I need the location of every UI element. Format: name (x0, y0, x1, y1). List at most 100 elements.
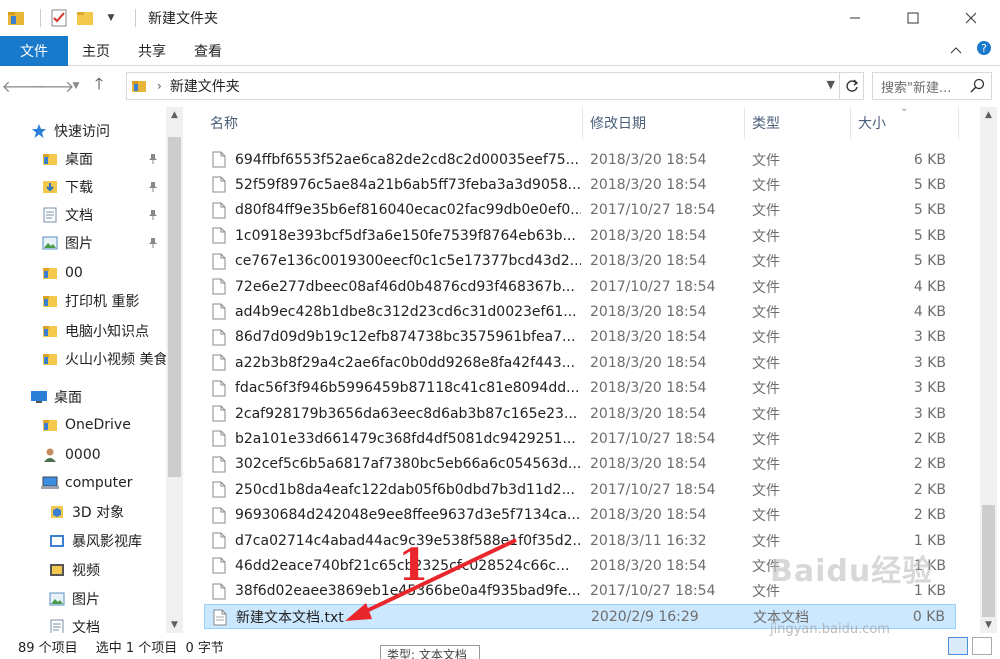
video-library-icon (48, 533, 66, 549)
nav-item[interactable]: 暴风影视库 (48, 527, 142, 555)
nav-item[interactable]: 文档 (48, 613, 100, 633)
file-name: 52f59f8976c5ae84a21b6ab5ff73feba3a3d9058… (235, 176, 581, 193)
nav-item[interactable]: 桌面 (30, 383, 82, 411)
details-view-button[interactable] (948, 637, 968, 655)
scrollbar-thumb[interactable] (168, 137, 181, 477)
nav-item[interactable]: 快速访问 (30, 117, 110, 145)
computer-icon (41, 475, 59, 491)
file-row[interactable]: ce767e136c0019300eecf0c1c5e17377bcd43d2.… (204, 249, 956, 274)
scroll-down-icon[interactable]: ▼ (166, 617, 183, 633)
breadcrumb-separator-icon[interactable]: › (157, 79, 162, 93)
large-icons-view-button[interactable] (972, 637, 992, 655)
file-icon (212, 430, 226, 451)
tab-view[interactable]: 查看 (180, 36, 236, 66)
nav-item-label: 快速访问 (54, 124, 110, 140)
nav-item-label: 3D 对象 (72, 505, 125, 521)
pin-icon (148, 145, 162, 173)
expand-ribbon-icon[interactable] (950, 43, 962, 58)
column-divider[interactable] (850, 107, 851, 139)
column-divider[interactable] (958, 107, 959, 139)
file-row[interactable]: 96930684d242048e9ee8ffee9637d3e5f7134ca.… (204, 503, 956, 528)
scrollbar-thumb[interactable] (982, 505, 995, 617)
nav-item[interactable]: 图片 (41, 229, 93, 257)
file-row[interactable]: 52f59f8976c5ae84a21b6ab5ff73feba3a3d9058… (204, 172, 956, 197)
file-name: 新建文本文档.txt (236, 609, 344, 626)
file-icon (212, 405, 226, 426)
file-row[interactable]: 72e6e277dbeec08af46d0b4876cd93f468367b..… (204, 274, 956, 299)
search-input[interactable]: 搜索"新建... (872, 72, 992, 100)
nav-item-label: 文档 (72, 620, 100, 633)
refresh-button[interactable] (839, 73, 863, 99)
nav-item[interactable]: 图片 (48, 585, 100, 613)
address-history-dropdown-icon[interactable]: ▼ (827, 78, 835, 91)
scroll-down-icon[interactable]: ▼ (980, 617, 997, 633)
file-size: 2 KB (913, 456, 946, 473)
file-type: 文件 (752, 254, 780, 271)
file-row[interactable]: d80f84ff9e35b6ef816040ecac02fac99db0e0ef… (204, 198, 956, 223)
nav-item[interactable]: computer (41, 469, 133, 497)
file-row[interactable]: 2caf928179b3656da63eec8d6ab3b87c165e23..… (204, 401, 956, 426)
properties-icon[interactable] (49, 8, 69, 28)
scroll-up-icon[interactable]: ▲ (980, 107, 997, 123)
minimize-button[interactable] (826, 0, 884, 36)
file-row[interactable]: fdac56f3f946b5996459b87118c41c81e8094dd.… (204, 376, 956, 401)
close-button[interactable] (942, 0, 1000, 36)
file-name: a22b3b8f29a4c2ae6fac0b0dd9268e8fa42f443.… (235, 354, 576, 371)
folder-app-icon[interactable] (6, 8, 26, 28)
column-divider[interactable] (582, 107, 583, 139)
tab-home[interactable]: 主页 (68, 36, 124, 66)
watermark-url: jingyan.baidu.com (770, 622, 890, 637)
column-header-type[interactable]: 类型 (752, 107, 780, 139)
forward-button[interactable]: 🡒 (32, 71, 75, 101)
file-row[interactable]: 86d7d09d9b19c12efb874738bc3575961bfea7..… (204, 325, 956, 350)
file-row[interactable]: 302cef5c6b5a6817af7380bc5eb66a6c054563d.… (204, 452, 956, 477)
file-row[interactable]: 250cd1b8da4eafc122dab05f6b0dbd7b3d11d2..… (204, 477, 956, 502)
column-divider[interactable] (744, 107, 745, 139)
file-row[interactable]: 694ffbf6553f52ae6ca82de2cd8c2d00035eef75… (204, 147, 956, 172)
nav-item[interactable]: 3D 对象 (48, 498, 124, 526)
tab-share[interactable]: 共享 (124, 36, 180, 66)
nav-item[interactable]: 火山小视频 美食 (41, 345, 167, 373)
nav-item[interactable]: 下载 (41, 173, 93, 201)
nav-item[interactable]: 0000 (41, 441, 101, 469)
file-row[interactable]: 1c0918e393bcf5df3a6e150fe7539f8764eb63b.… (204, 223, 956, 248)
address-bar[interactable]: › 新建文件夹 ▼ (126, 72, 864, 100)
column-header-size[interactable]: 大小 (858, 107, 886, 139)
nav-item[interactable]: OneDrive (41, 411, 131, 439)
window-controls (826, 0, 1000, 36)
scroll-up-icon[interactable]: ▲ (166, 107, 183, 123)
file-list-scrollbar[interactable]: ▲ ▼ (980, 107, 997, 633)
file-date: 2017/10/27 18:54 (590, 202, 716, 219)
file-type: 文件 (752, 482, 780, 499)
help-icon[interactable]: ? (976, 40, 992, 60)
tab-file[interactable]: 文件 (0, 35, 68, 66)
file-name: 2caf928179b3656da63eec8d6ab3b87c165e23..… (235, 405, 578, 422)
customize-dropdown-icon[interactable]: ▼ (101, 8, 121, 28)
file-size: 2 KB (913, 507, 946, 524)
nav-item-label: computer (65, 475, 133, 491)
new-folder-icon[interactable] (75, 8, 95, 28)
nav-scrollbar[interactable]: ▲ ▼ (166, 107, 183, 633)
column-header-name[interactable]: 名称 (210, 107, 238, 139)
file-icon (212, 202, 226, 223)
nav-item[interactable]: 电脑小知识点 (41, 317, 149, 345)
file-row[interactable]: a22b3b8f29a4c2ae6fac0b0dd9268e8fa42f443.… (204, 350, 956, 375)
file-name: 86d7d09d9b19c12efb874738bc3575961bfea7..… (235, 329, 576, 346)
file-type: 文件 (752, 152, 780, 169)
nav-item-label: 火山小视频 美食 (65, 352, 168, 368)
file-row[interactable]: b2a101e33d661479c368fd4df5081dc9429251..… (204, 426, 956, 451)
up-button[interactable]: 🡑 (84, 71, 114, 101)
file-name: 38f6d02eaee3869eb1e45366be0a4f935bad9fe.… (235, 583, 581, 600)
search-placeholder: 搜索"新建... (881, 80, 952, 96)
nav-item[interactable]: 视频 (48, 556, 100, 584)
nav-item[interactable]: 文档 (41, 201, 93, 229)
file-type: 文件 (752, 457, 780, 474)
column-header-date[interactable]: 修改日期 (590, 107, 646, 139)
breadcrumb-current[interactable]: 新建文件夹 (170, 76, 240, 96)
nav-item[interactable]: 桌面 (41, 145, 93, 173)
file-row[interactable]: ad4b9ec428b1dbe8c312d23cd6c31d0023ef61..… (204, 299, 956, 324)
nav-item[interactable]: 00 (41, 259, 83, 287)
recent-locations-button[interactable]: ▼ (68, 71, 84, 101)
nav-item[interactable]: 打印机 重影 (41, 287, 139, 315)
maximize-button[interactable] (884, 0, 942, 36)
